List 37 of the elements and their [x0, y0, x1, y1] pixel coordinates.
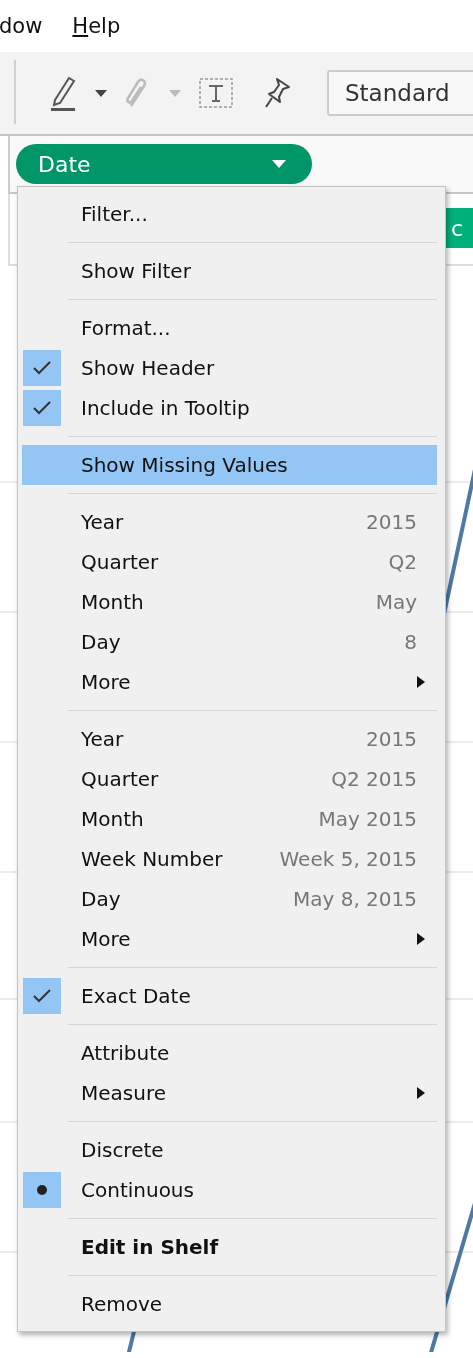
menu-bar-item[interactable]: Help [72, 14, 121, 38]
pushpin-icon[interactable] [263, 77, 291, 109]
menu-item[interactable]: Show Header [22, 348, 437, 388]
menu-item[interactable]: Year 2015 [22, 502, 437, 542]
submenu-arrow-icon [417, 933, 425, 945]
text-box-icon[interactable] [199, 78, 233, 108]
menu-bar-item[interactable]: dow [0, 14, 43, 38]
menu-item[interactable]: Exact Date [22, 976, 437, 1016]
menu-item[interactable]: More [22, 662, 437, 702]
menu-item[interactable]: Remove [22, 1284, 437, 1324]
menu-item[interactable]: Day 8 [22, 622, 437, 662]
menu-item[interactable]: Quarter Q2 2015 [22, 759, 437, 799]
menu-item[interactable]: Show Filter [22, 251, 437, 291]
style-dropdown[interactable]: Standard [327, 70, 473, 116]
menu-item[interactable]: Year 2015 [22, 719, 437, 759]
pill-label: Date [38, 151, 91, 177]
menu-item[interactable]: Edit in Shelf [22, 1227, 437, 1267]
menu-item[interactable]: Month May [22, 582, 437, 622]
menu-item[interactable]: Continuous [22, 1170, 437, 1210]
menu-item[interactable]: Attribute [22, 1033, 437, 1073]
caret-icon[interactable] [272, 160, 286, 168]
menu-item[interactable]: More [22, 919, 437, 959]
date-pill[interactable]: Date [16, 144, 312, 184]
submenu-arrow-icon [417, 676, 425, 688]
menu-item[interactable]: Filter... [22, 194, 437, 234]
menu-item[interactable]: Measure [22, 1073, 437, 1113]
menu-item[interactable]: Format... [22, 308, 437, 348]
caret-icon[interactable] [95, 89, 107, 97]
menu-item[interactable]: Include in Tooltip [22, 388, 437, 428]
menu-item[interactable]: Month May 2015 [22, 799, 437, 839]
menu-item[interactable]: Day May 8, 2015 [22, 879, 437, 919]
menu-item[interactable]: Quarter Q2 [22, 542, 437, 582]
submenu-arrow-icon [417, 1087, 425, 1099]
menu-item[interactable]: Discrete [22, 1130, 437, 1170]
menu-item[interactable]: Week Number Week 5, 2015 [22, 839, 437, 879]
highlighter-icon[interactable] [49, 74, 77, 112]
menu-item[interactable]: Show Missing Values [22, 445, 437, 485]
